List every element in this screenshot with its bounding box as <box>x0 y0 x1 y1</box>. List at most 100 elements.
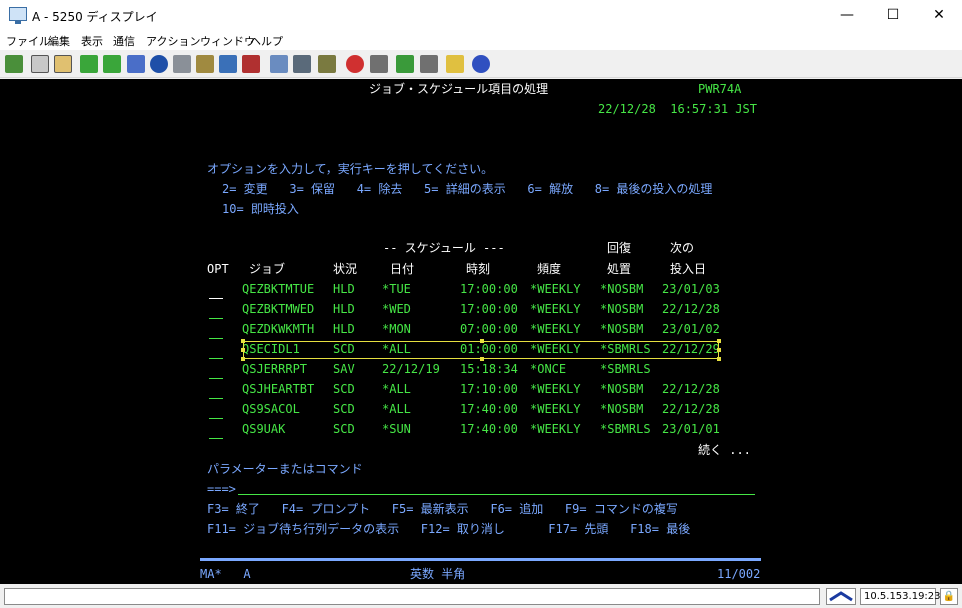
opt-field[interactable] <box>209 418 223 419</box>
menu-file[interactable]: ファイル <box>6 33 50 49</box>
download-icon[interactable] <box>103 55 121 73</box>
record-icon[interactable] <box>346 55 364 73</box>
terminal-screen[interactable]: ジョブ・スケジュール項目の処理 PWR74A 22/12/28 16:57:31… <box>0 79 962 584</box>
header-opt: OPT <box>207 262 229 276</box>
options-line-2: 10= 即時投入 <box>222 202 299 216</box>
menu-help[interactable]: ヘルプ <box>250 33 283 49</box>
copy-icon[interactable] <box>5 55 23 73</box>
menu-view[interactable]: 表示 <box>81 33 103 49</box>
close-button[interactable]: ✕ <box>916 0 962 30</box>
opt-field[interactable] <box>209 398 223 399</box>
status-message-field <box>4 588 820 605</box>
schedule-date: *ALL <box>382 402 411 416</box>
schedule-time: 17:40:00 <box>460 422 518 436</box>
monitor-icon <box>9 7 27 24</box>
menu-edit[interactable]: 編集 <box>48 33 70 49</box>
document-icon[interactable] <box>173 55 191 73</box>
next-submit-date: 23/01/03 <box>662 282 720 296</box>
schedule-frequency: *WEEKLY <box>530 422 581 436</box>
job-status: SCD <box>333 402 355 416</box>
more-indicator: 続く ... <box>698 443 751 457</box>
play-icon[interactable] <box>396 55 414 73</box>
parameter-label: パラメーターまたはコマンド <box>207 462 363 476</box>
table-icon[interactable] <box>242 55 260 73</box>
command-input[interactable] <box>238 494 755 495</box>
opt-field[interactable] <box>209 338 223 339</box>
recovery-action: *NOSBM <box>600 402 644 416</box>
pause-icon[interactable] <box>420 55 438 73</box>
opt-field[interactable] <box>209 298 223 299</box>
title-bar: A - 5250 ディスプレイ — ☐ ✕ <box>0 0 962 30</box>
job-name: QS9UAK <box>242 422 286 436</box>
schedule-frequency: *WEEKLY <box>530 302 581 316</box>
instruction-text: オプションを入力して，実行キーを押してください。 <box>207 162 494 176</box>
connection-arrow-icon <box>826 588 856 605</box>
job-status: SAV <box>333 362 355 376</box>
lock-icon: 🔒 <box>940 588 958 605</box>
schedule-time: 17:10:00 <box>460 382 518 396</box>
recovery-action: *SBMRLS <box>600 362 651 376</box>
job-name: QEZBKTMWED <box>242 302 315 316</box>
next-submit-date: 22/12/28 <box>662 382 720 396</box>
screen-title: ジョブ・スケジュール項目の処理 <box>369 82 549 96</box>
cursor-position: 11/002 <box>717 567 761 581</box>
schedule-date: *WED <box>382 302 411 316</box>
header-submit-date: 投入日 <box>670 262 707 276</box>
menu-window[interactable]: ウィンドウ <box>200 33 255 49</box>
schedule-time: 17:00:00 <box>460 282 518 296</box>
job-status: SCD <box>333 382 355 396</box>
options-line-1: 2= 変更 3= 保留 4= 除去 5= 詳細の表示 6= 解放 8= 最後の投… <box>222 182 713 196</box>
header-recovery: 回復 <box>607 241 632 255</box>
paste-special-icon[interactable] <box>54 55 72 73</box>
macro-icon[interactable] <box>127 55 145 73</box>
opt-field[interactable] <box>209 438 223 439</box>
navigator-icon[interactable] <box>150 55 168 73</box>
network-icon[interactable] <box>219 55 237 73</box>
maximize-button[interactable]: ☐ <box>870 0 916 30</box>
recovery-action: *NOSBM <box>600 282 644 296</box>
opt-field[interactable] <box>209 378 223 379</box>
schedule-frequency: *WEEKLY <box>530 322 581 336</box>
oia-status-left: MA* A <box>200 567 251 581</box>
job-status: HLD <box>333 282 355 296</box>
job-name: QSJHEARTBT <box>242 382 315 396</box>
paste-icon[interactable] <box>31 55 49 73</box>
toolbar <box>0 51 962 78</box>
schedule-frequency: *ONCE <box>530 362 567 376</box>
recovery-action: *NOSBM <box>600 382 644 396</box>
menu-action[interactable]: アクション <box>146 33 200 49</box>
selection-rectangle[interactable] <box>241 339 721 361</box>
stop-icon[interactable] <box>370 55 388 73</box>
header-time: 時刻 <box>466 262 491 276</box>
host-address: 10.5.153.19:23 <box>860 588 941 605</box>
schedule-frequency: *WEEKLY <box>530 282 581 296</box>
job-status: HLD <box>333 302 355 316</box>
upload-icon[interactable] <box>80 55 98 73</box>
schedule-date: *SUN <box>382 422 411 436</box>
schedule-date: *ALL <box>382 382 411 396</box>
schedule-frequency: *WEEKLY <box>530 402 581 416</box>
job-name: QS9SACOL <box>242 402 300 416</box>
grid-icon[interactable] <box>293 55 311 73</box>
package-icon[interactable] <box>196 55 214 73</box>
header-next: 次の <box>670 241 695 255</box>
header-action: 処置 <box>607 262 632 276</box>
help-icon[interactable] <box>472 55 490 73</box>
keyboard-icon[interactable] <box>270 55 288 73</box>
job-name: QEZDKWKMTH <box>242 322 315 336</box>
notes-icon[interactable] <box>446 55 464 73</box>
recovery-action: *NOSBM <box>600 322 644 336</box>
datetime: 22/12/28 16:57:31 JST <box>598 102 757 116</box>
function-keys-2: F11= ジョブ待ち行列データの表示 F12= 取り消し F17= 先頭 F18… <box>207 522 691 536</box>
opt-field[interactable] <box>209 318 223 319</box>
opt-field[interactable] <box>209 358 223 359</box>
schedule-date: *MON <box>382 322 411 336</box>
pencil-icon[interactable] <box>318 55 336 73</box>
window-title: A - 5250 ディスプレイ <box>32 10 158 24</box>
status-bar: 10.5.153.19:23 🔒 <box>0 584 962 608</box>
menu-communication[interactable]: 通信 <box>113 33 135 49</box>
minimize-button[interactable]: — <box>824 0 870 30</box>
schedule-date: *TUE <box>382 282 411 296</box>
next-submit-date: 23/01/02 <box>662 322 720 336</box>
job-status: HLD <box>333 322 355 336</box>
